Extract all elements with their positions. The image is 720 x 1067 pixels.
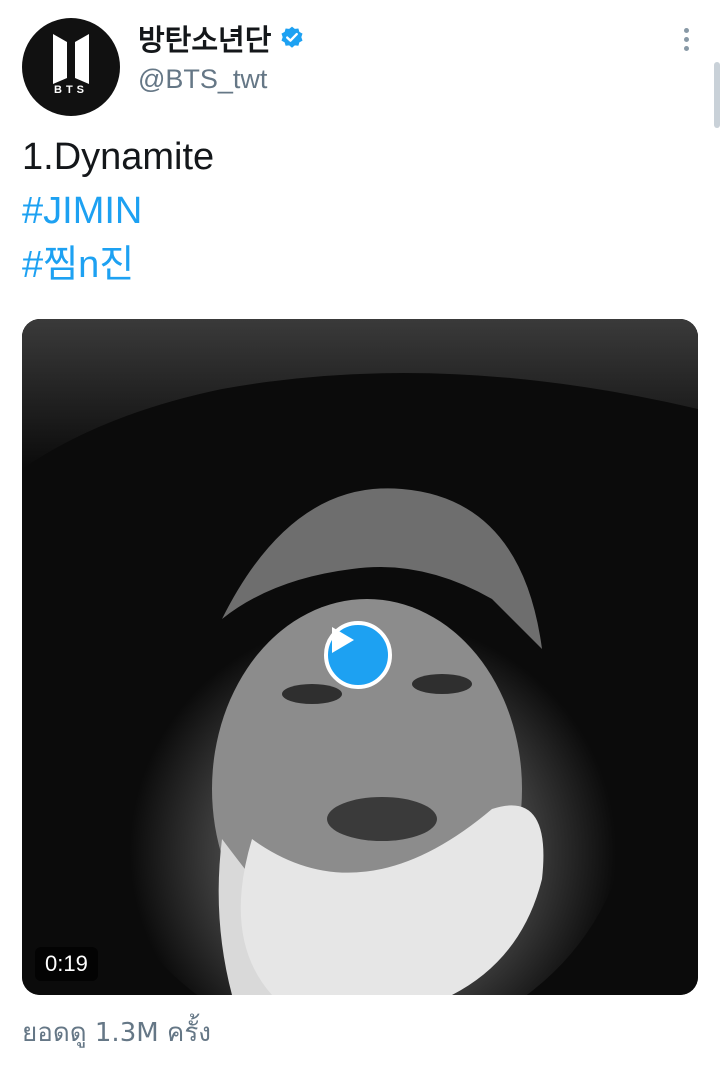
play-icon bbox=[332, 627, 354, 653]
hashtag-link[interactable]: #찜n진 bbox=[22, 238, 698, 292]
scrollbar-thumb[interactable] bbox=[714, 62, 720, 128]
tweet-text-line: 1.Dynamite bbox=[22, 136, 215, 178]
video-duration-badge: 0:19 bbox=[35, 947, 98, 981]
view-count: ยอดดู 1.3M ครั้ง bbox=[22, 1018, 211, 1048]
display-name[interactable]: 방탄소년단 bbox=[138, 17, 271, 59]
tweet-text: 1.Dynamite #JIMIN #찜n진 bbox=[22, 130, 698, 292]
hashtag-link[interactable]: #JIMIN bbox=[22, 184, 698, 238]
play-button[interactable] bbox=[324, 621, 392, 689]
more-vertical-icon-dot bbox=[683, 27, 689, 33]
avatar[interactable]: BTS bbox=[22, 18, 120, 116]
tweet-header: BTS 방탄소년단 @BTS_twt bbox=[22, 17, 698, 116]
more-options-button[interactable] bbox=[674, 22, 698, 56]
bts-logo-icon bbox=[53, 34, 89, 84]
avatar-caption: BTS bbox=[54, 84, 88, 96]
name-row: 방탄소년단 bbox=[138, 17, 305, 59]
user-handle[interactable]: @BTS_twt bbox=[138, 64, 267, 95]
video-player[interactable]: 0:19 bbox=[22, 319, 698, 995]
more-vertical-icon-dot bbox=[683, 45, 689, 51]
more-vertical-icon-dot bbox=[683, 36, 689, 42]
verified-badge-icon bbox=[281, 26, 303, 48]
